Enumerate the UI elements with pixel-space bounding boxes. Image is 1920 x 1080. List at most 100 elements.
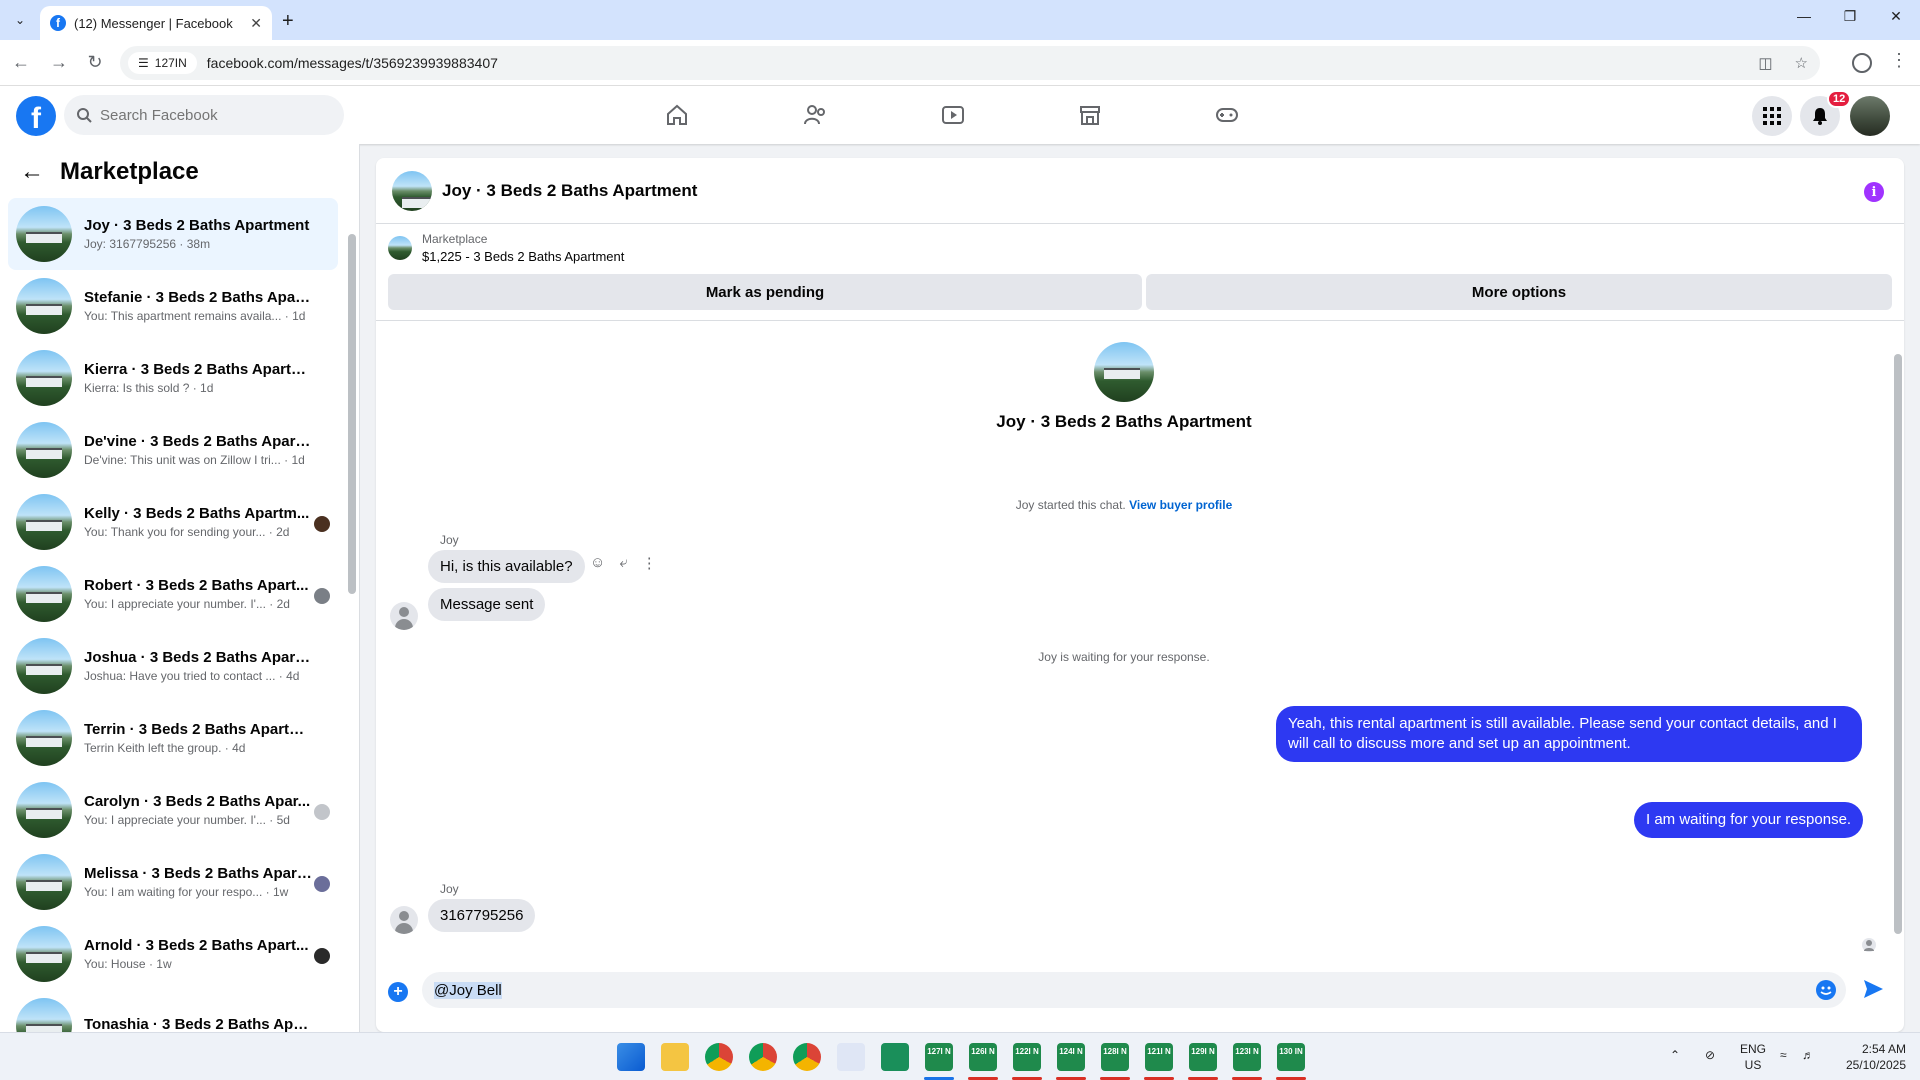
install-app-icon[interactable]: ◫	[1758, 54, 1772, 72]
chat-scrollbar[interactable]	[1892, 328, 1904, 934]
listing-thumbnail	[16, 710, 72, 766]
more-options-button[interactable]: More options	[1146, 274, 1892, 310]
conversation-item[interactable]: Terrin · 3 Beds 2 Baths Apartment Terrin …	[8, 702, 338, 774]
read-receipt-avatar	[314, 804, 330, 820]
sender-avatar[interactable]	[390, 602, 418, 630]
close-tab-icon[interactable]: ✕	[250, 15, 262, 32]
conversation-item[interactable]: Robert · 3 Beds 2 Baths Apart... You: I a…	[8, 558, 338, 630]
conversation-item[interactable]: Joshua · 3 Beds 2 Baths Apartm... Joshua:…	[8, 630, 338, 702]
browser-tab-messenger[interactable]: f (12) Messenger | Facebook ✕	[40, 6, 272, 40]
taskbar-app-tile[interactable]: 130 IN	[1277, 1043, 1305, 1071]
conversation-item[interactable]: Arnold · 3 Beds 2 Baths Apart... You: Hou…	[8, 918, 338, 990]
new-tab-plus-icon[interactable]: +	[282, 10, 294, 33]
conversation-name: Joy · 3 Beds 2 Baths Apartment	[84, 217, 310, 234]
browser-menu-icon[interactable]: ⋮	[1890, 50, 1908, 71]
tab-title: (12) Messenger | Facebook	[74, 15, 233, 31]
incoming-message[interactable]: Message sent	[428, 588, 546, 621]
incoming-message[interactable]: Hi, is this available?	[428, 550, 585, 583]
gaming-icon[interactable]	[1212, 100, 1242, 130]
taskbar-app-tile[interactable]: 126I N	[969, 1043, 997, 1071]
chat-title[interactable]: Joy · 3 Beds 2 Baths Apartment	[442, 181, 697, 201]
add-attachment-plus-icon[interactable]: +	[388, 982, 408, 1002]
friends-icon[interactable]	[800, 100, 830, 130]
conversation-name: De'vine · 3 Beds 2 Baths Apartm...	[84, 433, 314, 450]
mark-pending-button[interactable]: Mark as pending	[388, 274, 1142, 310]
conversation-item[interactable]: Melissa · 3 Beds 2 Baths Apart... You: I …	[8, 846, 338, 918]
conversation-item[interactable]: Joy · 3 Beds 2 Baths Apartment Joy: 31677…	[8, 198, 338, 270]
chat-profile-avatar[interactable]	[1094, 342, 1154, 402]
close-window-icon[interactable]: ✕	[1884, 8, 1908, 25]
send-icon[interactable]	[1862, 978, 1884, 1005]
listing-kicker: Marketplace	[422, 232, 488, 246]
clock-date: 25/10/2025	[1845, 1058, 1906, 1072]
volume-icon[interactable]: ♬	[1802, 1047, 1814, 1063]
chrome-icon[interactable]	[705, 1043, 733, 1071]
outgoing-message[interactable]: Yeah, this rental apartment is still ava…	[1276, 706, 1862, 762]
conversation-preview: You: I appreciate your number. I'... · 5…	[84, 813, 290, 827]
sender-avatar[interactable]	[390, 906, 418, 934]
windows-start-icon[interactable]	[617, 1043, 645, 1071]
conversation-item[interactable]: Kierra · 3 Beds 2 Baths Apartment Kierra:…	[8, 342, 338, 414]
view-buyer-profile-link[interactable]: View buyer profile	[1129, 498, 1232, 512]
conversation-item[interactable]: De'vine · 3 Beds 2 Baths Apartm... De'vin…	[8, 414, 338, 486]
wifi-icon[interactable]: ≈	[1780, 1047, 1787, 1063]
listing-summary[interactable]: Marketplace $1,225 - 3 Beds 2 Baths Apar…	[388, 232, 624, 264]
bookmark-star-icon[interactable]: ☆	[1795, 54, 1808, 72]
conversation-item[interactable]: Stefanie · 3 Beds 2 Baths Apart... You: T…	[8, 270, 338, 342]
facebook-search[interactable]	[64, 95, 344, 135]
sidebar-title: Marketplace	[60, 158, 199, 185]
marketplace-icon[interactable]	[1075, 100, 1105, 130]
info-icon[interactable]: i	[1864, 182, 1884, 202]
minimize-window-icon[interactable]: —	[1792, 8, 1816, 24]
app-icon[interactable]	[881, 1043, 909, 1071]
language-indicator[interactable]: ENG US	[1740, 1041, 1766, 1073]
listing-thumbnail	[16, 566, 72, 622]
chrome-profile-icon[interactable]	[793, 1043, 821, 1071]
message-input[interactable]: @Joy Bell	[422, 972, 1846, 1008]
incoming-message[interactable]: 3167795256	[428, 899, 536, 932]
app-icon[interactable]	[837, 1043, 865, 1071]
forward-arrow-icon[interactable]: →	[48, 52, 70, 73]
taskbar-app-tile[interactable]: 123I N	[1233, 1043, 1261, 1071]
search-input[interactable]	[100, 106, 300, 124]
chat-header: Joy · 3 Beds 2 Baths Apartment i	[376, 158, 1904, 224]
restore-window-icon[interactable]: ❐	[1838, 8, 1862, 25]
conversation-item[interactable]: Tonashia · 3 Beds 2 Baths Apart...	[8, 990, 338, 1032]
tab-list-chevron-icon[interactable]: ⌄	[8, 8, 32, 32]
facebook-logo-icon[interactable]: f	[16, 96, 56, 136]
emoji-icon[interactable]	[1816, 980, 1836, 1000]
home-icon[interactable]	[662, 100, 692, 130]
reload-icon[interactable]: ↻	[84, 52, 106, 73]
taskbar-app-tile[interactable]: 124I N	[1057, 1043, 1085, 1071]
conversation-name: Kelly · 3 Beds 2 Baths Apartm...	[84, 505, 310, 522]
sender-label: Joy	[440, 882, 459, 896]
omnibox[interactable]: ☰ 127IN facebook.com/messages/t/35692399…	[120, 46, 1820, 80]
taskbar-app-tile[interactable]: 121I N	[1145, 1043, 1173, 1071]
taskbar-app-tile[interactable]: 122I N	[1013, 1043, 1041, 1071]
video-icon[interactable]	[938, 100, 968, 130]
taskbar-app-tile[interactable]: 127I N	[925, 1043, 953, 1071]
back-arrow-icon[interactable]: ←	[10, 52, 32, 73]
network-off-icon[interactable]: ⊘	[1705, 1047, 1715, 1063]
sidebar-scrollbar[interactable]	[348, 190, 356, 1020]
account-avatar[interactable]	[1850, 96, 1890, 136]
clock[interactable]: 2:54 AM 25/10/2025	[1836, 1041, 1906, 1073]
menu-grid-icon[interactable]	[1752, 96, 1792, 136]
browser-profile-icon[interactable]	[1852, 53, 1872, 73]
taskbar-app-tile[interactable]: 128I N	[1101, 1043, 1129, 1071]
conversation-item[interactable]: Kelly · 3 Beds 2 Baths Apartm... You: Tha…	[8, 486, 338, 558]
browser-address-bar: ← → ↻ ☰ 127IN facebook.com/messages/t/35…	[0, 40, 1920, 86]
url-text[interactable]: facebook.com/messages/t/3569239939883407	[207, 55, 498, 71]
outgoing-message[interactable]: I am waiting for your response.	[1634, 802, 1864, 838]
reply-icon[interactable]: ⤶	[619, 554, 627, 572]
chrome-profile-icon[interactable]	[749, 1043, 777, 1071]
tray-chevron-icon[interactable]: ⌃	[1670, 1047, 1680, 1063]
site-info-button[interactable]: ☰ 127IN	[128, 52, 197, 74]
back-arrow-icon[interactable]: ←	[20, 158, 44, 186]
taskbar-app-tile[interactable]: 129I N	[1189, 1043, 1217, 1071]
conversation-item[interactable]: Carolyn · 3 Beds 2 Baths Apar... You: I a…	[8, 774, 338, 846]
chat-header-avatar[interactable]	[392, 170, 432, 211]
react-emoji-icon[interactable]: ☺	[590, 554, 605, 572]
file-explorer-icon[interactable]	[661, 1043, 689, 1071]
more-dots-icon[interactable]: ⋮	[642, 554, 657, 572]
